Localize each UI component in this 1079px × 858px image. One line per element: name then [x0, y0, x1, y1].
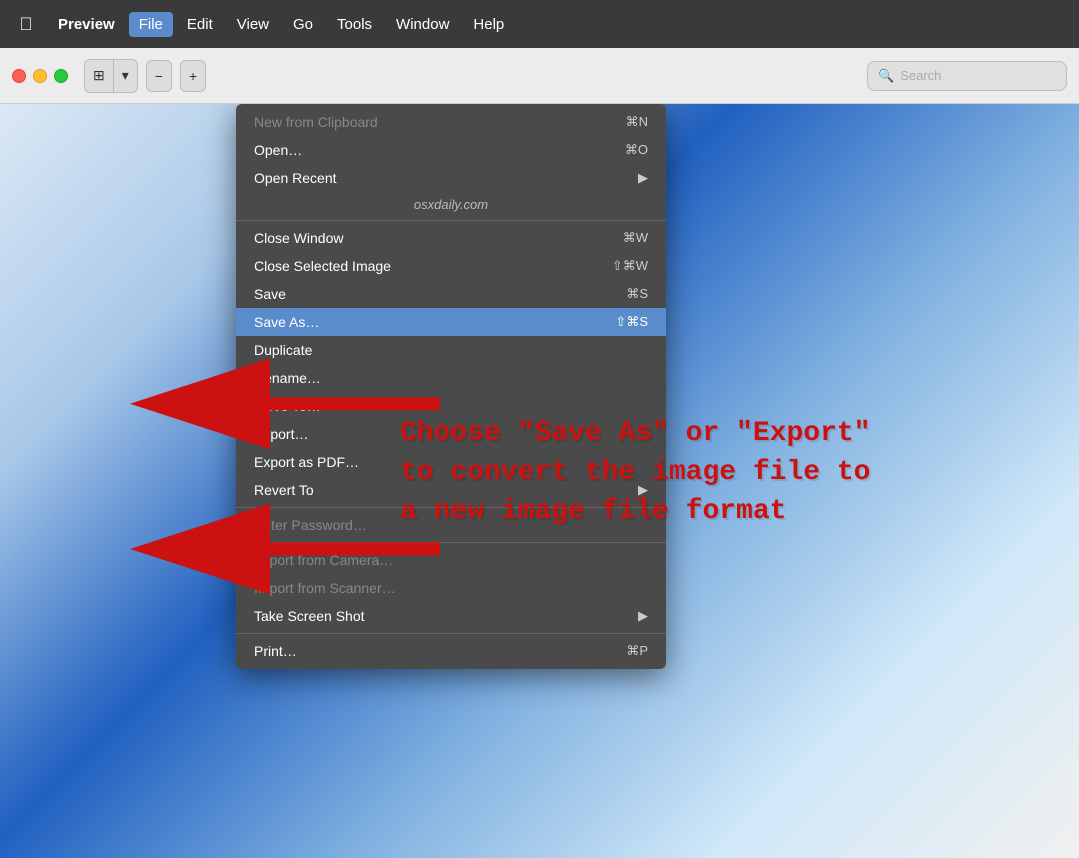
search-placeholder: Search: [900, 68, 941, 83]
menu-item-shortcut-save: ⌘S: [626, 286, 648, 302]
menu-item-label-duplicate: Duplicate: [254, 342, 312, 358]
menu-item-close-selected[interactable]: Close Selected Image ⇧⌘W: [236, 252, 666, 280]
menu-item-label-export: Export…: [254, 426, 308, 442]
search-icon: 🔍: [878, 68, 894, 84]
menubar-go[interactable]: Go: [283, 12, 323, 37]
menubar-window[interactable]: Window: [386, 12, 459, 37]
menu-item-label-open-recent: Open Recent: [254, 170, 337, 186]
sidebar-toggle-button[interactable]: ⊞: [85, 60, 114, 92]
menu-item-label-enter-password: Enter Password…: [254, 517, 367, 533]
minimize-button[interactable]: [33, 69, 47, 83]
menubar-view[interactable]: View: [227, 12, 279, 37]
sidebar-icon: ⊞: [93, 67, 105, 84]
separator-4: [236, 633, 666, 634]
menu-item-close-window[interactable]: Close Window ⌘W: [236, 224, 666, 252]
menu-item-shortcut-print: ⌘P: [626, 643, 648, 659]
menu-item-shortcut-save-as: ⇧⌘S: [615, 314, 648, 330]
menubar-preview[interactable]: Preview: [48, 12, 125, 37]
menubar:  Preview File Edit View Go Tools Window…: [0, 0, 1079, 48]
sidebar-chevron-button[interactable]: ▾: [114, 60, 137, 92]
watermark: osxdaily.com: [236, 192, 666, 217]
separator-1: [236, 220, 666, 221]
menu-item-shortcut-open-recent: ▶: [638, 170, 648, 186]
menu-item-take-screenshot[interactable]: Take Screen Shot ▶: [236, 602, 666, 630]
menu-item-new-clipboard[interactable]: New from Clipboard ⌘N: [236, 108, 666, 136]
chevron-down-icon: ▾: [122, 67, 129, 84]
menu-item-shortcut-open: ⌘O: [625, 142, 648, 158]
zoom-out-button[interactable]: −: [146, 60, 172, 92]
menu-item-label-open: Open…: [254, 142, 302, 158]
menu-item-duplicate[interactable]: Duplicate: [236, 336, 666, 364]
menu-item-save-as[interactable]: Save As… ⇧⌘S: [236, 308, 666, 336]
menu-item-label-close-selected: Close Selected Image: [254, 258, 391, 274]
menu-item-label-revert-to: Revert To: [254, 482, 314, 498]
annotation-text: Choose "Save As" or "Export" to convert …: [400, 414, 1059, 532]
zoom-in-button[interactable]: +: [180, 60, 206, 92]
sidebar-toggle-group: ⊞ ▾: [84, 59, 138, 93]
menubar-help[interactable]: Help: [463, 12, 514, 37]
menu-item-label-save-as: Save As…: [254, 314, 319, 330]
menu-item-label-import-camera: Import from Camera…: [254, 552, 393, 568]
menu-item-label-take-screenshot: Take Screen Shot: [254, 608, 365, 624]
annotation-line-2: to convert the image file to: [400, 453, 1059, 492]
menu-item-import-scanner[interactable]: Import from Scanner…: [236, 574, 666, 602]
menubar-file[interactable]: File: [129, 12, 173, 37]
search-box[interactable]: 🔍 Search: [867, 61, 1067, 91]
menu-item-label-print: Print…: [254, 643, 297, 659]
menu-item-open-recent[interactable]: Open Recent ▶: [236, 164, 666, 192]
menu-item-shortcut-take-screenshot: ▶: [638, 608, 648, 624]
zoom-out-icon: −: [155, 68, 163, 84]
menu-item-rename[interactable]: Rename…: [236, 364, 666, 392]
menu-item-import-camera[interactable]: Import from Camera…: [236, 546, 666, 574]
menu-item-print[interactable]: Print… ⌘P: [236, 637, 666, 665]
menu-item-label-import-scanner: Import from Scanner…: [254, 580, 396, 596]
close-button[interactable]: [12, 69, 26, 83]
menubar-edit[interactable]: Edit: [177, 12, 223, 37]
menu-item-label-close-window: Close Window: [254, 230, 343, 246]
menubar-tools[interactable]: Tools: [327, 12, 382, 37]
apple-menu[interactable]: : [12, 10, 40, 38]
menu-item-label-new-clipboard: New from Clipboard: [254, 114, 378, 130]
separator-3: [236, 542, 666, 543]
file-menu-dropdown: New from Clipboard ⌘N Open… ⌘O Open Rece…: [236, 104, 666, 669]
menu-item-label-save: Save: [254, 286, 286, 302]
maximize-button[interactable]: [54, 69, 68, 83]
annotation-line-1: Choose "Save As" or "Export": [400, 414, 1059, 453]
menu-item-label-rename: Rename…: [254, 370, 321, 386]
menu-item-save[interactable]: Save ⌘S: [236, 280, 666, 308]
zoom-in-icon: +: [189, 68, 197, 84]
menu-item-shortcut-new-clipboard: ⌘N: [626, 114, 648, 130]
apple-icon: : [19, 14, 33, 35]
annotation-line-3: a new image file format: [400, 492, 1059, 531]
menu-item-label-export-pdf: Export as PDF…: [254, 454, 359, 470]
toolbar: ⊞ ▾ − + 🔍 Search: [0, 48, 1079, 104]
traffic-lights: [12, 69, 68, 83]
app-content: New from Clipboard ⌘N Open… ⌘O Open Rece…: [0, 104, 1079, 858]
menu-item-shortcut-close-window: ⌘W: [623, 230, 648, 246]
menu-item-open[interactable]: Open… ⌘O: [236, 136, 666, 164]
menu-item-label-move-to: Move To…: [254, 398, 321, 414]
menu-item-shortcut-close-selected: ⇧⌘W: [612, 258, 648, 274]
